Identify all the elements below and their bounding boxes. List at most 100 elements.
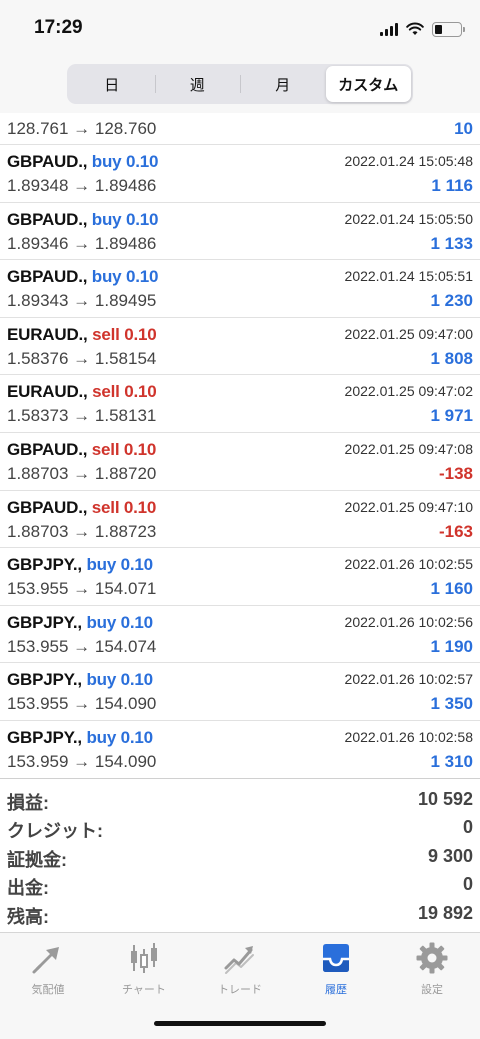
deals-list: 128.761 → 128.760 10 GBPAUD., buy 0.10 2… <box>0 113 480 779</box>
deal-profit: 1 160 <box>430 579 473 599</box>
tab-settings[interactable]: 設定 <box>384 941 480 1003</box>
deal-side: sell 0.10 <box>92 382 157 402</box>
deal-prices: 1.88703 → 1.88720 <box>7 463 157 483</box>
deal-prices: 1.88703 → 1.88723 <box>7 521 157 541</box>
deal-time: 2022.01.25 09:47:00 <box>344 325 473 342</box>
status-icons <box>380 20 465 38</box>
deal-symbol: GBPAUD., <box>7 497 88 517</box>
deal-side: buy 0.10 <box>86 612 153 632</box>
summary-label: 証拠金: <box>7 849 67 870</box>
cellular-signal-icon <box>380 22 398 36</box>
deal-time: 2022.01.24 15:05:51 <box>344 268 473 285</box>
tab-month-label: 月 <box>275 76 291 94</box>
wifi-icon <box>406 22 424 35</box>
summary-label: 出金: <box>7 878 49 899</box>
deal-prices: 153.959 → 154.090 <box>7 751 157 771</box>
deal-time: 2022.01.26 10:02:56 <box>344 613 473 630</box>
deal-row[interactable]: GBPJPY., buy 0.10 2022.01.26 10:02:57 15… <box>0 663 480 721</box>
deal-side: buy 0.10 <box>86 555 153 575</box>
tab-day[interactable]: 日 <box>69 66 155 102</box>
deal-row[interactable]: EURAUD., sell 0.10 2022.01.25 09:47:00 1… <box>0 318 480 376</box>
deal-row[interactable]: GBPJPY., buy 0.10 2022.01.26 10:02:55 15… <box>0 548 480 606</box>
deal-time: 2022.01.26 10:02:55 <box>344 556 473 573</box>
tab-month[interactable]: 月 <box>240 66 326 102</box>
deal-time: 2022.01.25 09:47:02 <box>344 383 473 400</box>
tab-history[interactable]: 履歴 <box>288 941 384 1003</box>
deal-time: 2022.01.25 09:47:10 <box>344 498 473 515</box>
history-inbox-icon <box>323 944 349 972</box>
deal-row[interactable]: GBPAUD., buy 0.10 2022.01.24 15:05:50 1.… <box>0 203 480 261</box>
deal-profit: 1 971 <box>430 406 473 426</box>
tab-settings-label: 設定 <box>421 984 443 996</box>
deal-symbol: GBPJPY., <box>7 727 82 747</box>
deal-side: buy 0.10 <box>86 727 153 747</box>
deal-time: 2022.01.26 10:02:57 <box>344 671 473 688</box>
trade-trend-icon <box>224 946 254 974</box>
deal-time: 2022.01.24 15:05:48 <box>344 153 473 169</box>
quotes-icon <box>32 947 59 974</box>
deal-prices: 128.761 → 128.760 <box>7 119 157 138</box>
home-indicator[interactable] <box>154 1021 326 1026</box>
candlestick-chart-icon <box>131 943 157 973</box>
deal-row[interactable]: GBPAUD., buy 0.10 2022.01.24 15:05:48 1.… <box>0 145 480 203</box>
deal-prices: 1.58373 → 1.58131 <box>7 406 157 426</box>
tab-week-label: 週 <box>189 76 205 94</box>
tab-history-label: 履歴 <box>325 984 347 996</box>
deal-symbol: GBPAUD., <box>7 209 88 229</box>
summary-value: 0 <box>462 874 473 895</box>
deal-symbol: GBPAUD., <box>7 152 88 171</box>
tab-custom[interactable]: カスタム <box>325 66 411 102</box>
deal-symbol: GBPJPY., <box>7 555 82 575</box>
deal-row[interactable]: EURAUD., sell 0.10 2022.01.25 09:47:02 1… <box>0 375 480 433</box>
deal-row-partial[interactable]: 128.761 → 128.760 10 <box>0 113 480 145</box>
tab-week[interactable]: 週 <box>154 66 241 102</box>
tab-quotes-label: 気配値 <box>31 984 65 996</box>
deal-row[interactable]: GBPAUD., sell 0.10 2022.01.25 09:47:08 1… <box>0 433 480 491</box>
deal-prices: 1.89348 → 1.89486 <box>7 176 157 195</box>
deal-profit: 1 230 <box>430 291 473 311</box>
deal-row[interactable]: GBPJPY., buy 0.10 2022.01.26 10:02:58 15… <box>0 721 480 779</box>
deal-profit: -163 <box>438 521 473 541</box>
deal-prices: 1.58376 → 1.58154 <box>7 348 157 368</box>
deal-prices: 1.89346 → 1.89486 <box>7 233 157 253</box>
deal-side: sell 0.10 <box>91 497 157 517</box>
deal-side: buy 0.10 <box>91 267 159 287</box>
deal-profit: 1 350 <box>430 694 473 714</box>
deal-prices: 1.89343 → 1.89495 <box>7 291 157 311</box>
deal-row[interactable]: GBPAUD., buy 0.10 2022.01.24 15:05:51 1.… <box>0 260 480 318</box>
deal-profit: 1 133 <box>430 233 473 253</box>
deal-profit: 1 190 <box>430 636 473 656</box>
deal-symbol: GBPAUD., <box>7 439 88 459</box>
deal-symbol: GBPJPY., <box>7 612 82 632</box>
deal-symbol: EURAUD., <box>7 324 88 344</box>
deal-prices: 153.955 → 154.074 <box>7 636 157 656</box>
deal-side: buy 0.10 <box>91 152 159 171</box>
tab-trade[interactable]: トレード <box>192 941 288 1003</box>
summary-label: クレジット: <box>7 821 103 842</box>
tab-trade-label: トレード <box>218 984 262 996</box>
deal-row[interactable]: GBPAUD., sell 0.10 2022.01.25 09:47:10 1… <box>0 491 480 549</box>
summary-value: 0 <box>462 817 473 838</box>
deal-prices: 153.955 → 154.090 <box>7 694 157 714</box>
deal-symbol: GBPAUD., <box>7 267 88 287</box>
deal-side: sell 0.10 <box>91 439 157 459</box>
deal-symbol: GBPJPY., <box>7 670 82 690</box>
deal-prices: 153.955 → 154.071 <box>7 579 157 599</box>
account-summary: 損益: 10 592 クレジット: 0 証拠金: 9 300 出金: 0 残高:… <box>0 786 480 928</box>
summary-credit-row: クレジット: 0 <box>0 814 480 842</box>
summary-value: 10 592 <box>417 789 473 809</box>
summary-balance-row: 残高: 19 892 <box>0 900 480 928</box>
tab-day-label: 日 <box>104 76 120 94</box>
deal-side: buy 0.10 <box>91 209 159 229</box>
deal-side: buy 0.10 <box>86 670 153 690</box>
summary-value: 9 300 <box>427 845 473 866</box>
tab-chart[interactable]: チャート <box>96 941 192 1003</box>
gear-icon <box>416 942 448 974</box>
tab-quotes[interactable]: 気配値 <box>0 941 96 1003</box>
summary-label: 残高: <box>7 906 49 927</box>
deal-row[interactable]: GBPJPY., buy 0.10 2022.01.26 10:02:56 15… <box>0 606 480 664</box>
header: 17:29 日 週 月 カスタム <box>0 0 480 113</box>
deal-symbol: EURAUD., <box>7 382 88 402</box>
deal-time: 2022.01.26 10:02:58 <box>344 728 473 745</box>
summary-profit-row: 損益: 10 592 <box>0 786 480 814</box>
